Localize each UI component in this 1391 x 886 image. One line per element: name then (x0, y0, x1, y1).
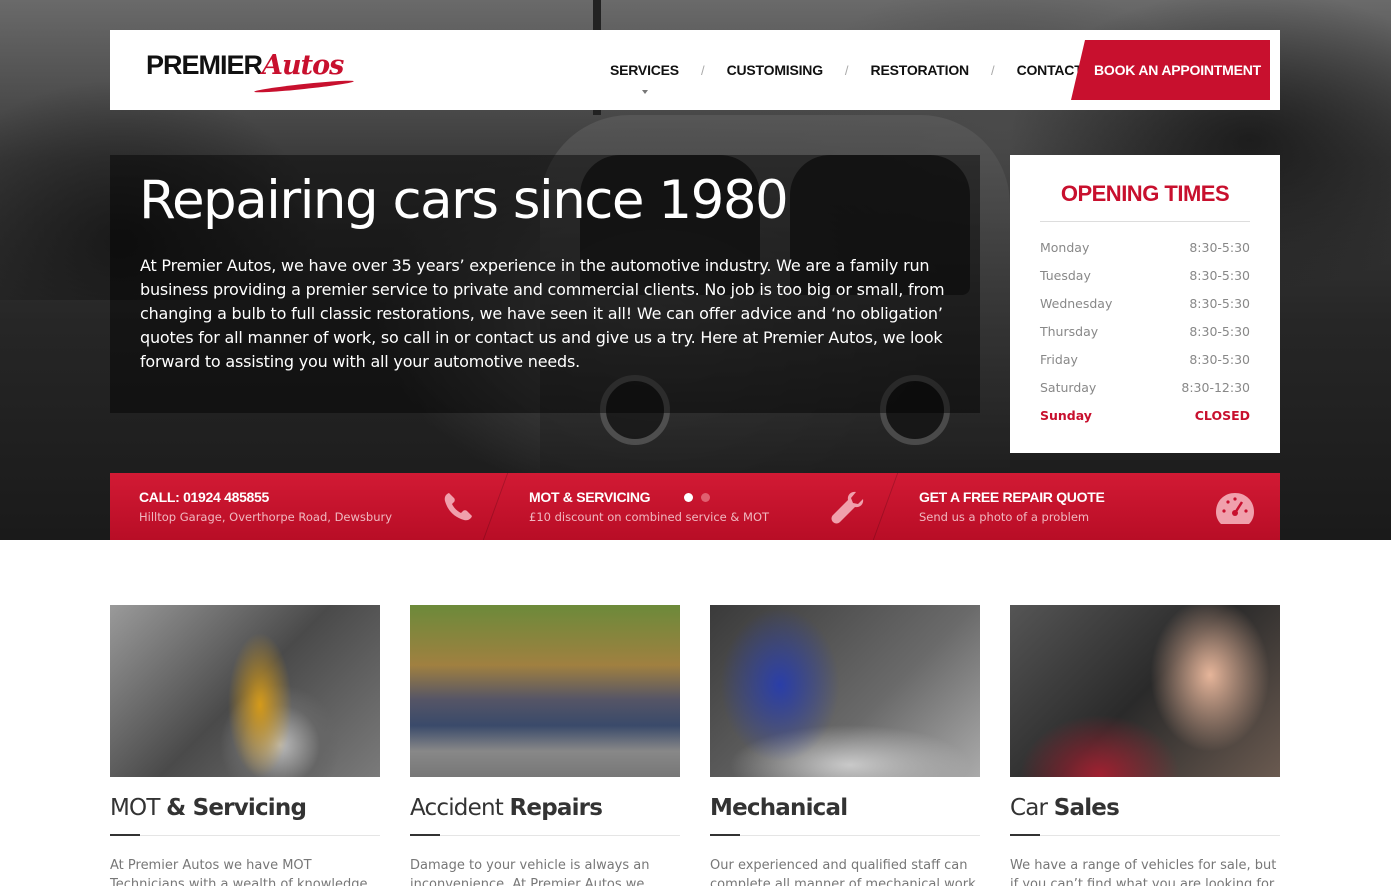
info-bar: CALL: 01924 485855 Hilltop Garage, Overt… (110, 473, 1280, 540)
opening-times-panel: OPENING TIMES Monday 8:30-5:30 Tuesday 8:3… (1010, 155, 1280, 453)
divider (1010, 834, 1280, 836)
mot-subtitle: £10 discount on combined service & MOT (529, 510, 770, 524)
service-card-mechanical[interactable]: Mechanical Our experienced and qualified… (710, 605, 980, 886)
hours-time: 8:30-5:30 (1189, 352, 1250, 367)
hours-time: 8:30-12:30 (1181, 380, 1250, 395)
service-card-car-sales[interactable]: Car Sales We have a range of vehicles fo… (1010, 605, 1280, 886)
hours-day: Sunday (1040, 408, 1092, 423)
car-sales-image (1010, 605, 1280, 777)
book-appointment-button[interactable]: BOOK AN APPOINTMENT (1071, 40, 1270, 100)
hours-time: 8:30-5:30 (1189, 324, 1250, 339)
divider (110, 834, 380, 836)
hours-day: Monday (1040, 240, 1090, 255)
hours-row: Saturday 8:30-12:30 (1040, 374, 1250, 402)
service-card-title: Car Sales (1010, 795, 1280, 821)
card-title-bold: Mechanical (710, 795, 848, 821)
caret-down-icon (642, 90, 648, 94)
nav-item-customising[interactable]: CUSTOMISING (727, 62, 824, 78)
divider (710, 834, 980, 836)
hours-time: 8:30-5:30 (1189, 268, 1250, 283)
divider (1040, 221, 1250, 222)
service-card-text: Our experienced and qualified staff can … (710, 858, 976, 886)
hours-row: Thursday 8:30-5:30 (1040, 318, 1250, 346)
slider-dots (684, 493, 710, 502)
divider (410, 834, 680, 836)
hours-time: 8:30-5:30 (1189, 240, 1250, 255)
header-bar: PREMIERAutos SERVICES / CUSTOMISING / RE… (110, 30, 1280, 110)
service-card-title: Accident Repairs (410, 795, 680, 821)
call-title: CALL: 01924 485855 (139, 489, 270, 505)
nav-separator: / (700, 62, 705, 78)
nav-item-services[interactable]: SERVICES (610, 62, 679, 78)
service-card-text: At Premier Autos we have MOT Technicians… (110, 858, 368, 886)
service-card-text: Damage to your vehicle is always an inco… (410, 858, 650, 886)
phone-icon (444, 493, 472, 521)
quote-title: GET A FREE REPAIR QUOTE (919, 489, 1105, 505)
service-card-title: Mechanical (710, 795, 980, 821)
accident-repairs-image (410, 605, 680, 777)
hero-body: At Premier Autos, we have over 35 years’… (140, 256, 945, 371)
opening-times-title: OPENING TIMES (1060, 181, 1230, 206)
card-title-bold: & Servicing (166, 795, 307, 821)
hours-day: Saturday (1040, 380, 1097, 395)
main-nav: SERVICES / CUSTOMISING / RESTORATION / C… (610, 30, 1083, 110)
hours-row: Friday 8:30-5:30 (1040, 346, 1250, 374)
mot-servicing-image (110, 605, 380, 777)
slider-dot[interactable] (701, 493, 710, 502)
logo[interactable]: PREMIERAutos (146, 50, 354, 95)
mot-cell[interactable]: MOT & SERVICING £10 discount on combined… (500, 473, 890, 540)
call-address: Hilltop Garage, Overthorpe Road, Dewsbur… (139, 510, 393, 524)
hero-title: Repairing cars since 1980 (139, 170, 789, 231)
mot-title: MOT & SERVICING (529, 489, 651, 505)
wrench-icon (831, 491, 864, 524)
nav-separator: / (844, 62, 849, 78)
nav-item-contact[interactable]: CONTACT (1017, 62, 1083, 78)
hours-row: Monday 8:30-5:30 (1040, 234, 1250, 262)
book-appointment-label: BOOK AN APPOINTMENT (1093, 62, 1262, 78)
logo-swoosh (254, 78, 354, 95)
card-title-bold: Repairs (509, 795, 603, 821)
card-title-light: MOT (110, 795, 160, 821)
card-title-light: Car (1010, 795, 1048, 821)
slider-dot-active[interactable] (684, 493, 693, 502)
hours-day: Thursday (1040, 324, 1099, 339)
quote-cell[interactable]: GET A FREE REPAIR QUOTE Send us a photo … (890, 473, 1280, 540)
service-card-accident[interactable]: Accident Repairs Damage to your vehicle … (410, 605, 680, 886)
quote-subtitle: Send us a photo of a problem (919, 510, 1090, 524)
hours-time: CLOSED (1194, 408, 1250, 423)
card-title-bold: Sales (1053, 795, 1120, 821)
service-card-mot[interactable]: MOT & Servicing At Premier Autos we have… (110, 605, 380, 886)
hours-row-closed: Sunday CLOSED (1040, 402, 1250, 430)
mechanical-image (710, 605, 980, 777)
nav-item-restoration[interactable]: RESTORATION (871, 62, 970, 78)
card-title-light: Accident (410, 795, 504, 821)
logo-text-autos: Autos (262, 50, 344, 81)
logo-text-premier: PREMIER (146, 50, 263, 80)
hours-time: 8:30-5:30 (1189, 296, 1250, 311)
call-cell[interactable]: CALL: 01924 485855 Hilltop Garage, Overt… (110, 473, 500, 540)
hours-day: Wednesday (1040, 296, 1113, 311)
service-card-text: We have a range of vehicles for sale, bu… (1010, 858, 1277, 886)
hours-day: Tuesday (1040, 268, 1091, 283)
nav-separator: / (990, 62, 995, 78)
service-card-title: MOT & Servicing (110, 795, 380, 821)
hours-row: Tuesday 8:30-5:30 (1040, 262, 1250, 290)
hours-row: Wednesday 8:30-5:30 (1040, 290, 1250, 318)
hours-day: Friday (1040, 352, 1078, 367)
gauge-icon (1216, 493, 1254, 524)
